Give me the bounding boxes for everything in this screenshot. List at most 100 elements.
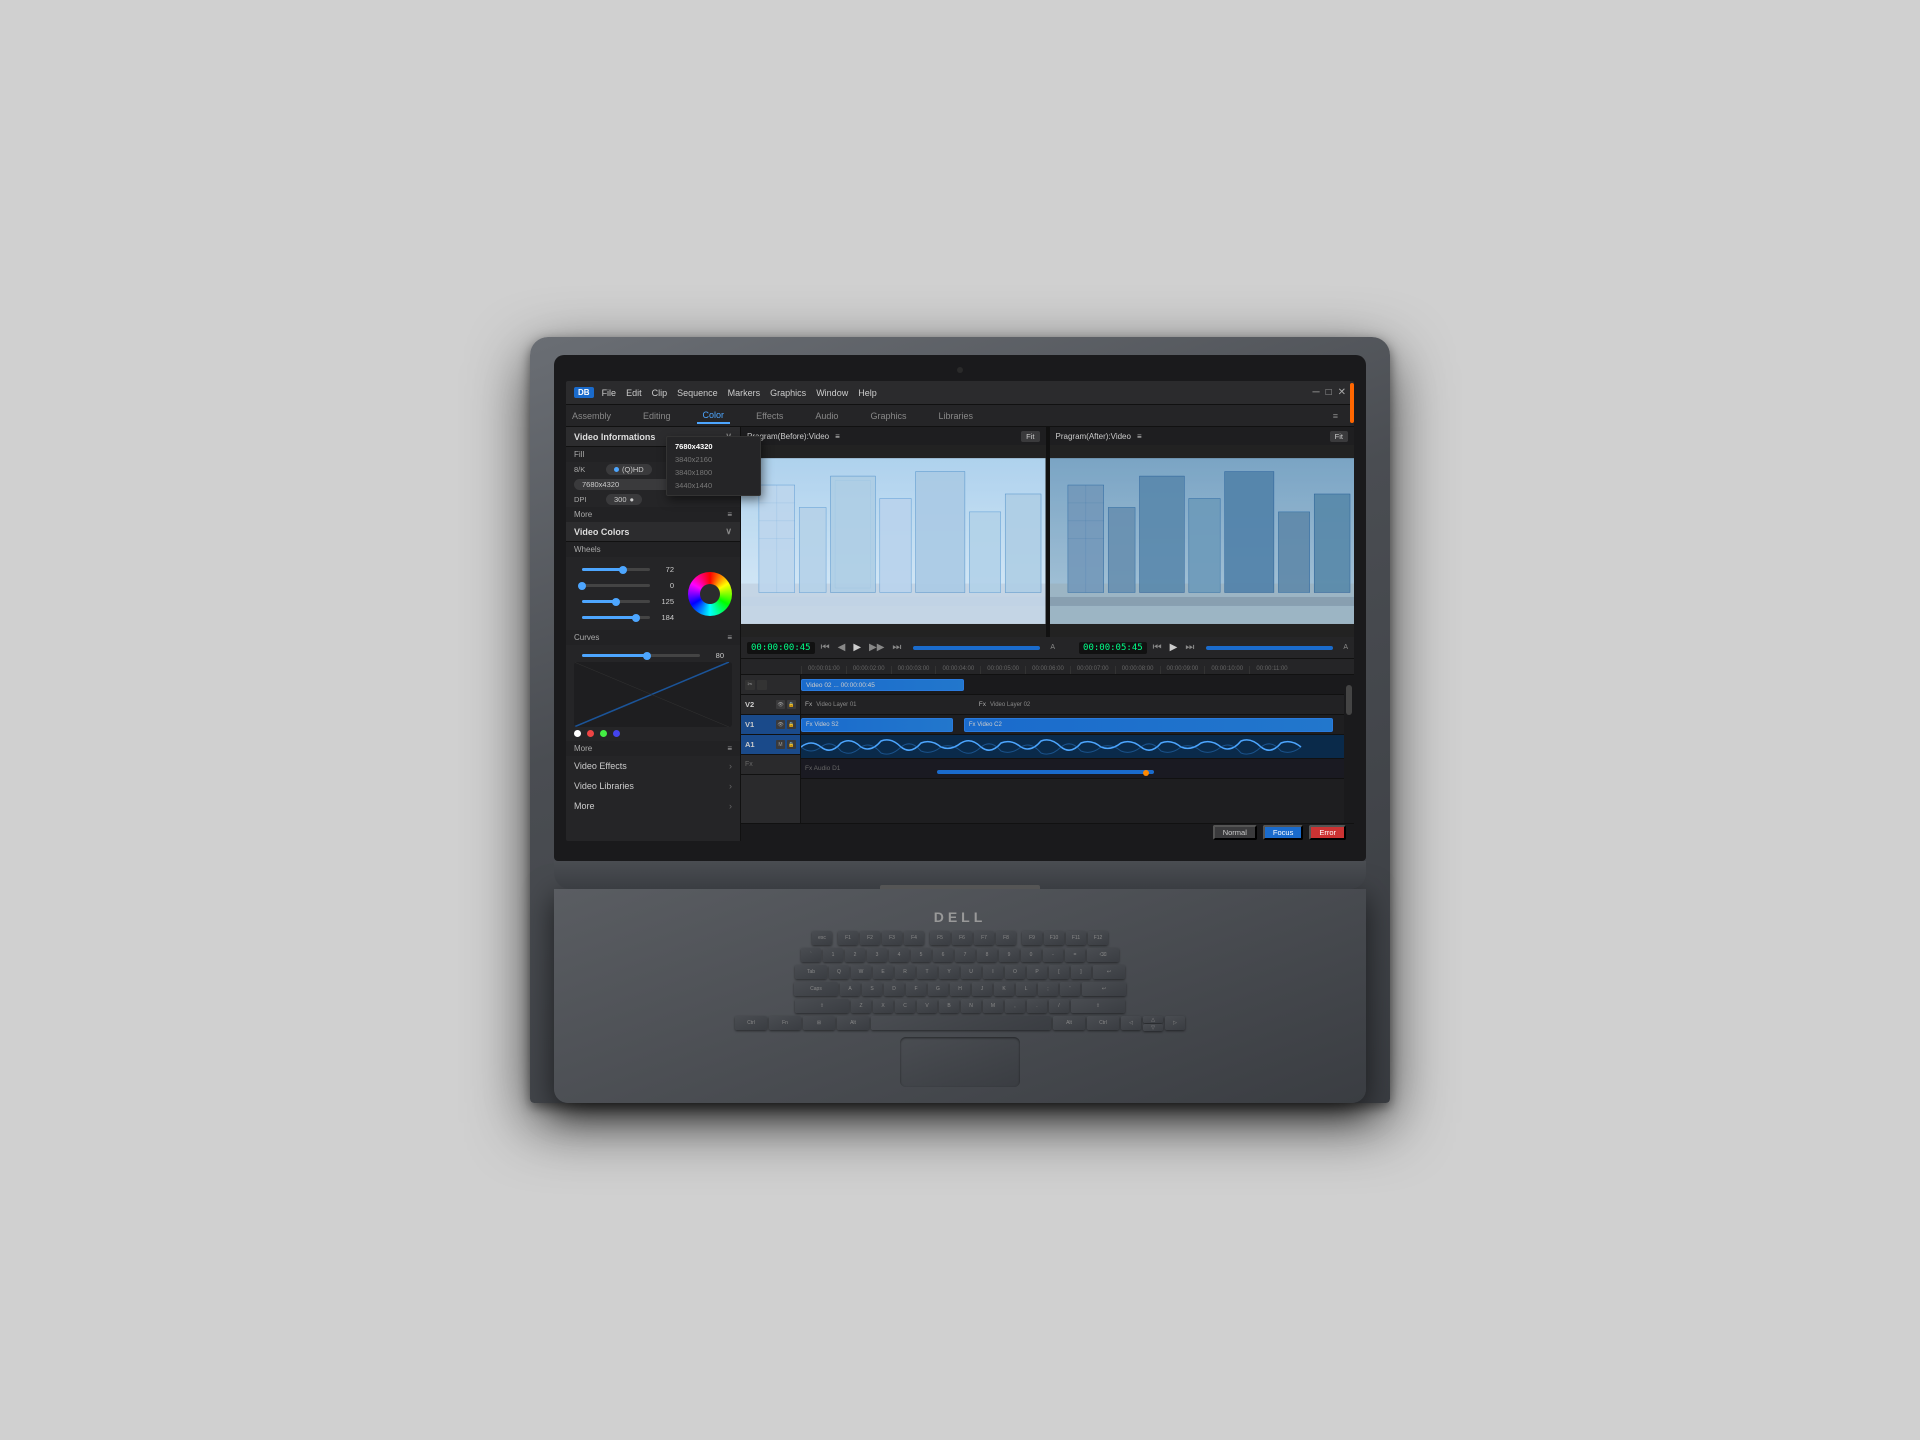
menu-help[interactable]: Help [858, 388, 877, 398]
dot-white[interactable] [574, 730, 581, 737]
key-6[interactable]: 6 [933, 948, 953, 962]
key-l[interactable]: L [1016, 982, 1036, 996]
key-z[interactable]: Z [851, 999, 871, 1013]
key-t[interactable]: T [917, 965, 937, 979]
key-p[interactable]: P [1027, 965, 1047, 979]
key-d[interactable]: D [884, 982, 904, 996]
step-back-btn[interactable]: ◀ [836, 642, 848, 653]
trackpad[interactable] [900, 1037, 1020, 1087]
maximize-button[interactable]: □ [1326, 387, 1332, 398]
next-frame-btn[interactable]: ⏭ [890, 642, 903, 653]
tab-libraries[interactable]: Libraries [932, 409, 979, 423]
tab-graphics[interactable]: Graphics [864, 409, 912, 423]
settings-icon[interactable]: ≡ [1327, 409, 1344, 423]
scrollbar[interactable] [1344, 675, 1354, 823]
key-y[interactable]: Y [939, 965, 959, 979]
contrast-track[interactable] [582, 584, 650, 587]
playback-progress2[interactable] [1206, 646, 1333, 650]
key-f8[interactable]: F8 [996, 931, 1016, 945]
key-alt-r[interactable]: Alt [1053, 1016, 1085, 1030]
menu-sequence[interactable]: Sequence [677, 388, 718, 398]
key-x[interactable]: X [873, 999, 893, 1013]
menu-edit[interactable]: Edit [626, 388, 642, 398]
brightness-thumb[interactable] [619, 566, 627, 574]
key-f3[interactable]: F3 [882, 931, 902, 945]
dropdown-item-3[interactable]: 3440x1440 [667, 479, 741, 492]
key-slash[interactable]: / [1049, 999, 1069, 1013]
menu-file[interactable]: File [602, 388, 617, 398]
key-quote[interactable]: ' [1060, 982, 1080, 996]
key-s[interactable]: S [862, 982, 882, 996]
video-colors-header[interactable]: Video Colors ∨ [566, 522, 740, 542]
tab-audio[interactable]: Audio [809, 409, 844, 423]
key-down[interactable]: ▽ [1143, 1024, 1163, 1031]
key-1[interactable]: 1 [823, 948, 843, 962]
dpi-pill[interactable]: 300 ● [606, 494, 642, 505]
dropdown-item-0[interactable]: 7680x4320 [667, 440, 741, 453]
key-rshift[interactable]: ⇧ [1071, 999, 1125, 1013]
key-f7[interactable]: F7 [974, 931, 994, 945]
key-o[interactable]: O [1005, 965, 1025, 979]
curve-thumb[interactable] [643, 652, 651, 660]
key-up[interactable]: △ [1143, 1016, 1163, 1023]
key-win[interactable]: ⊞ [803, 1016, 835, 1030]
key-ctrl-r[interactable]: Ctrl [1087, 1016, 1119, 1030]
tab-editing[interactable]: Editing [637, 409, 677, 423]
key-c[interactable]: C [895, 999, 915, 1013]
more3-item[interactable]: More › [566, 796, 740, 816]
key-fn[interactable]: Fn [769, 1016, 801, 1030]
key-9[interactable]: 9 [999, 948, 1019, 962]
key-lshift[interactable]: ⇧ [795, 999, 849, 1013]
key-u[interactable]: U [961, 965, 981, 979]
color-wheel[interactable] [688, 572, 732, 616]
key-f6[interactable]: F6 [952, 931, 972, 945]
key-j[interactable]: J [972, 982, 992, 996]
exposure-track[interactable] [582, 600, 650, 603]
key-e[interactable]: E [873, 965, 893, 979]
key-semicolon[interactable]: ; [1038, 982, 1058, 996]
close-button[interactable]: ✕ [1338, 387, 1346, 398]
step-fwd-btn[interactable]: ▶▶ [867, 642, 886, 653]
key-b[interactable]: B [939, 999, 959, 1013]
status-focus-btn[interactable]: Focus [1263, 825, 1303, 840]
key-comma[interactable]: , [1005, 999, 1025, 1013]
key-esc[interactable]: esc [812, 931, 832, 945]
key-f10[interactable]: F10 [1044, 931, 1064, 945]
key-v[interactable]: V [917, 999, 937, 1013]
v1-clip-2[interactable]: Fx Video C2 [964, 718, 1333, 732]
key-f2[interactable]: F2 [860, 931, 880, 945]
razor-tool[interactable]: ✂ [745, 680, 755, 690]
contrast-thumb[interactable] [578, 582, 586, 590]
key-m[interactable]: M [983, 999, 1003, 1013]
key-f9[interactable]: F9 [1022, 931, 1042, 945]
key-h[interactable]: H [950, 982, 970, 996]
play2-btn[interactable]: ▶ [1168, 642, 1180, 653]
key-a[interactable]: A [840, 982, 860, 996]
key-period[interactable]: . [1027, 999, 1047, 1013]
key-i[interactable]: I [983, 965, 1003, 979]
key-bracket-l[interactable]: [ [1049, 965, 1069, 979]
key-right[interactable]: ▷ [1165, 1016, 1185, 1030]
max-pill[interactable]: (Q)HD [606, 464, 652, 475]
dropdown-item-1[interactable]: 3840x2160 [667, 453, 741, 466]
v2-lock-icon[interactable]: 🔒 [787, 700, 796, 709]
key-caps[interactable]: Caps [794, 982, 838, 996]
shadows-thumb[interactable] [632, 614, 640, 622]
key-f4[interactable]: F4 [904, 931, 924, 945]
key-f1[interactable]: F1 [838, 931, 858, 945]
prev2-btn[interactable]: ⏮ [1151, 642, 1164, 653]
key-g[interactable]: G [928, 982, 948, 996]
key-left[interactable]: ◁ [1121, 1016, 1141, 1030]
a1-lock-icon[interactable]: 🔒 [787, 740, 796, 749]
v2-eye-icon[interactable]: 👁 [776, 700, 785, 709]
key-0[interactable]: 0 [1021, 948, 1041, 962]
playback-progress[interactable] [913, 646, 1040, 650]
key-enter[interactable]: ↩ [1093, 965, 1125, 979]
key-8[interactable]: 8 [977, 948, 997, 962]
play-btn[interactable]: ▶ [851, 642, 863, 653]
more2-menu[interactable]: ≡ [727, 744, 732, 753]
dropdown-item-2[interactable]: 3840x1800 [667, 466, 741, 479]
key-r[interactable]: R [895, 965, 915, 979]
key-n[interactable]: N [961, 999, 981, 1013]
key-w[interactable]: W [851, 965, 871, 979]
